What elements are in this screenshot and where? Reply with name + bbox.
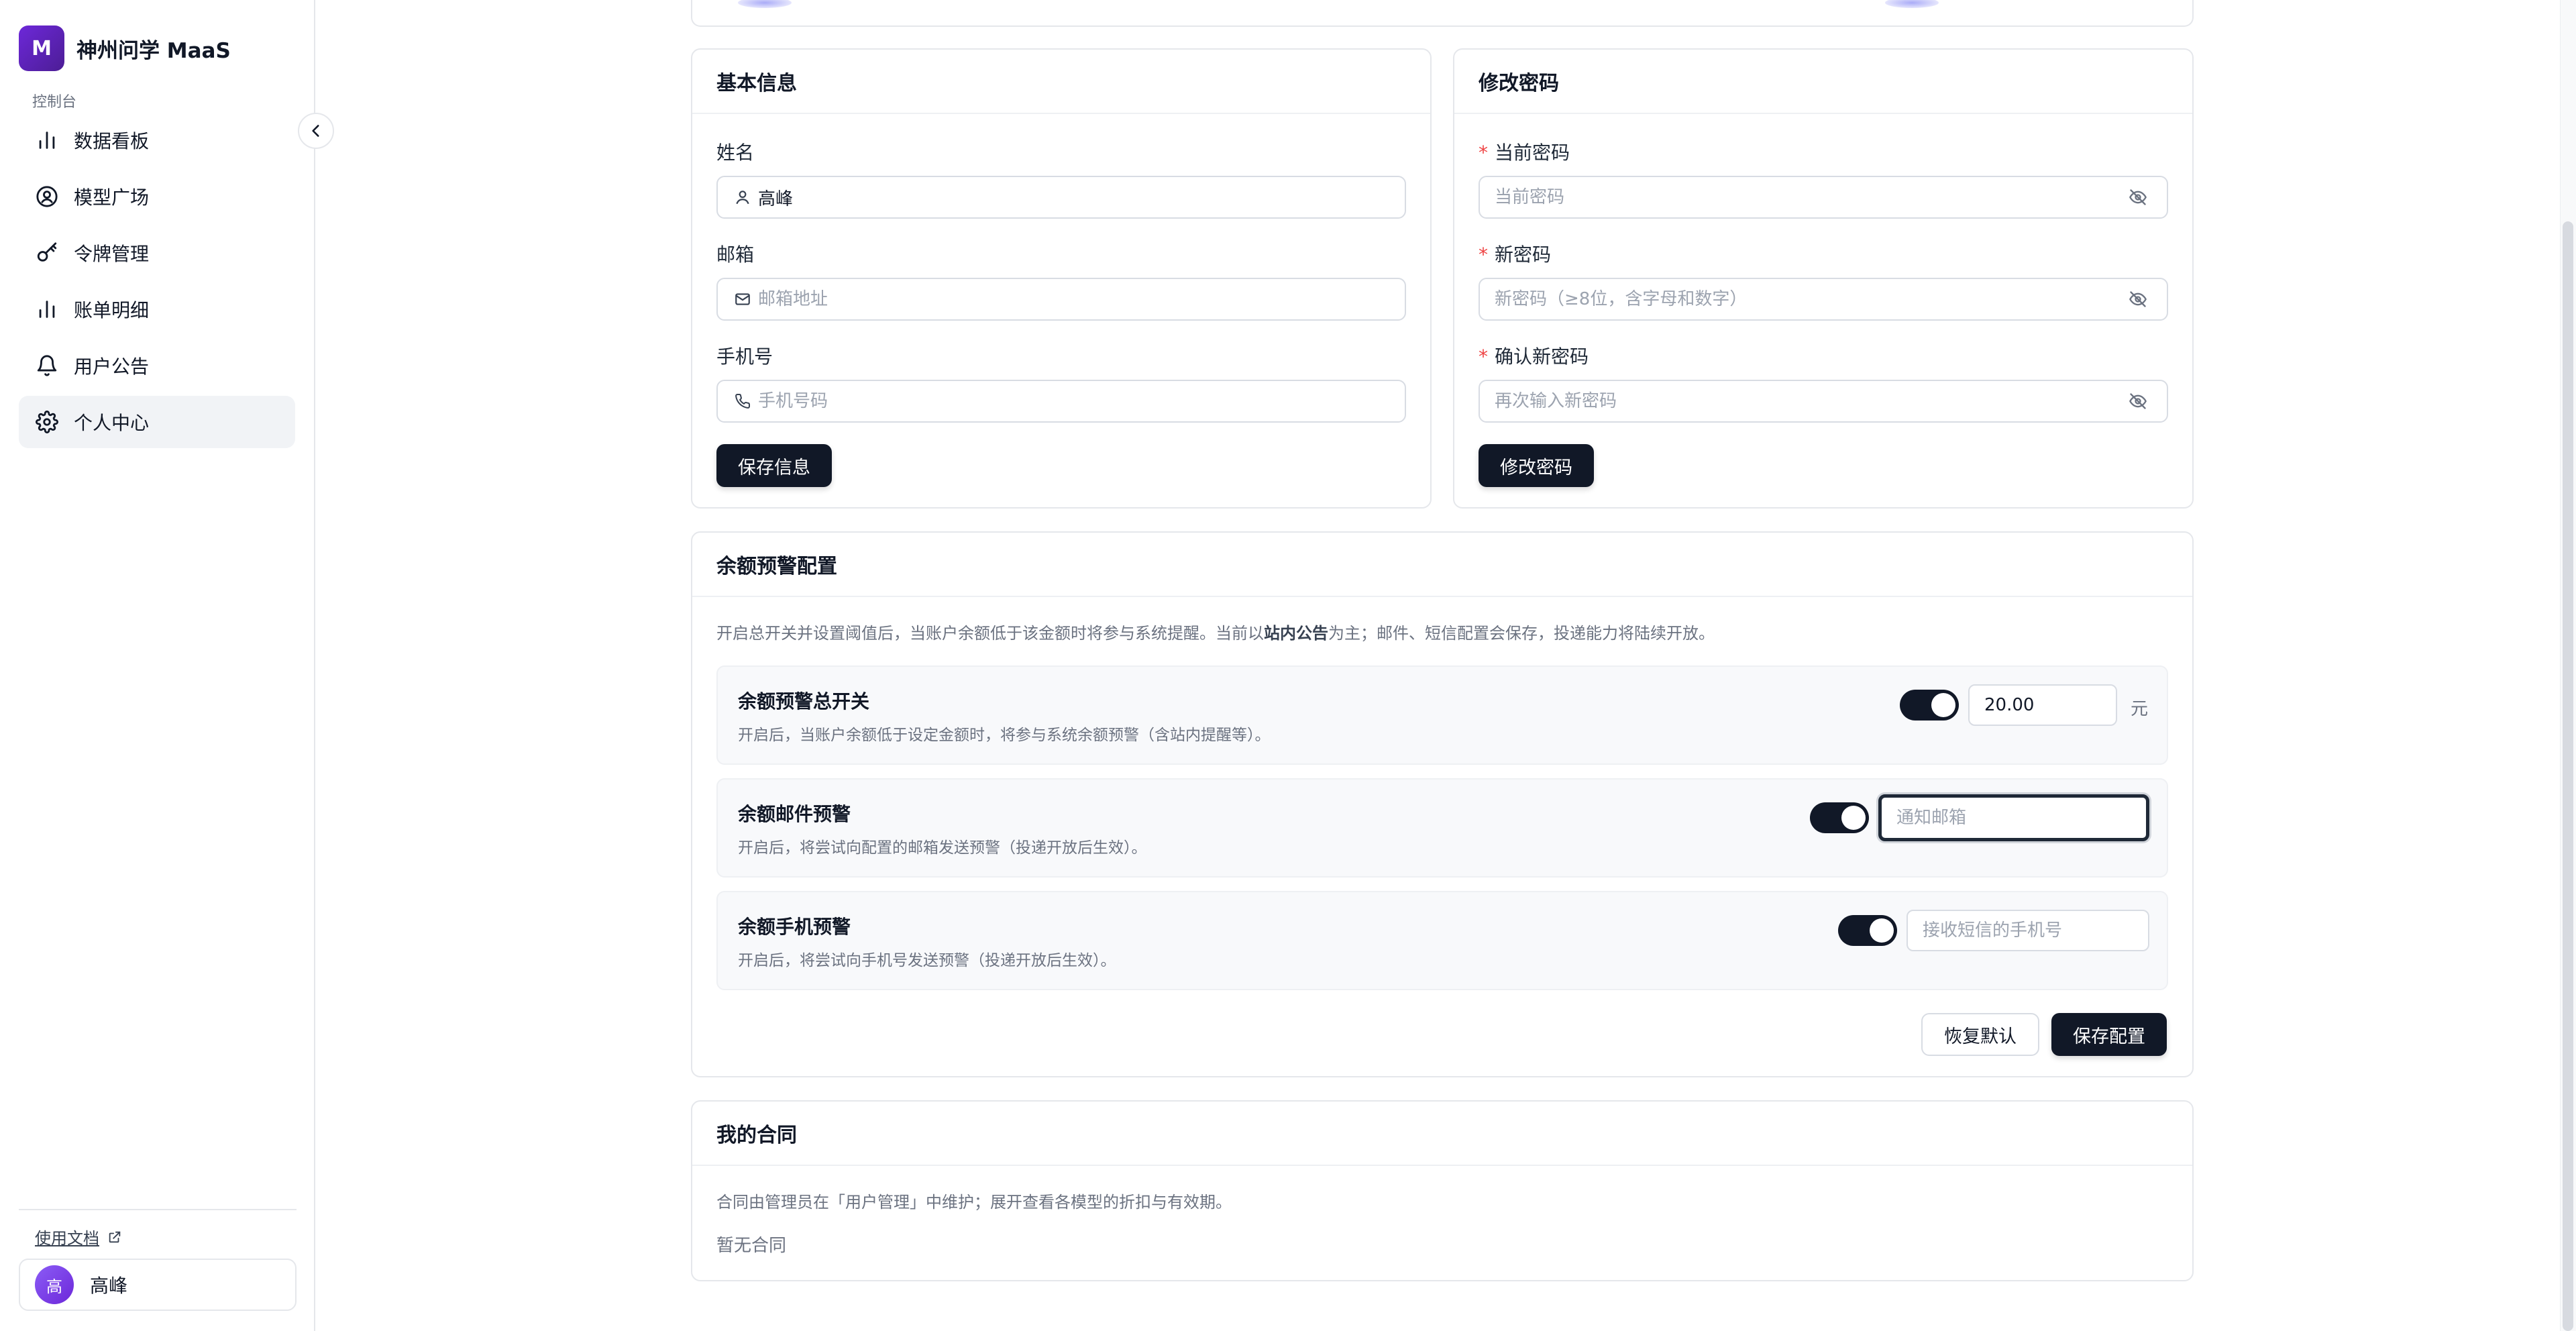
bell-icon	[34, 352, 60, 379]
sidebar-item-label: 数据看板	[74, 130, 150, 152]
brand[interactable]: M 神州问学 MaaS	[19, 25, 231, 71]
user-name: 高峰	[90, 1275, 128, 1297]
master-alert-row: 余额预警总开关 开启后，当账户余额低于设定金额时，将参与系统余额预警（含站内提醒…	[716, 666, 2168, 765]
card-title: 我的合同	[716, 1124, 797, 1147]
new-password-label: * 新密码	[1479, 244, 1552, 266]
sidebar-item-label: 账单明细	[74, 299, 150, 321]
basic-info-card: 基本信息 姓名 邮箱 手机号 保存信息	[691, 48, 1432, 509]
page-scrollbar[interactable]	[2560, 0, 2576, 1331]
currency-unit: 元	[2131, 699, 2149, 719]
card-title: 修改密码	[1479, 72, 1559, 95]
sidebar-collapse-button[interactable]	[298, 113, 334, 149]
brand-name: 神州问学 MaaS	[76, 38, 231, 63]
required-mark: *	[1479, 142, 1488, 164]
user-card[interactable]: 高 高峰	[19, 1259, 297, 1311]
alert-description: 开启后，将尝试向手机号发送预警（投递开放后生效）。	[738, 952, 1116, 969]
sidebar-item-label: 个人中心	[74, 412, 150, 434]
sidebar-item-tokens[interactable]: 令牌管理	[19, 227, 295, 279]
top-card-remnant	[691, 0, 2194, 27]
contracts-card: 我的合同 合同由管理员在「用户管理」中维护；展开查看各模型的折扣与有效期。 暂无…	[691, 1100, 2194, 1281]
scrollbar-thumb[interactable]	[2563, 221, 2573, 1331]
email-alert-toggle[interactable]	[1810, 802, 1869, 833]
external-link-icon	[109, 1231, 121, 1242]
user-icon	[733, 187, 753, 207]
sms-phone-input[interactable]	[1907, 910, 2149, 951]
save-config-button[interactable]: 保存配置	[2051, 1013, 2167, 1056]
sidebar-nav: 数据看板 模型广场 令牌管理 账单明细 用户公告 个人中心	[19, 114, 295, 452]
user-circle-icon	[34, 183, 60, 210]
card-title: 基本信息	[716, 72, 797, 95]
current-password-input[interactable]	[1495, 187, 2128, 207]
email-field[interactable]	[716, 278, 1406, 321]
sidebar-item-profile[interactable]: 个人中心	[19, 396, 295, 448]
sidebar-divider	[19, 1209, 297, 1210]
current-password-label: * 当前密码	[1479, 142, 1570, 164]
confirm-password-input[interactable]	[1495, 391, 2128, 411]
new-password-input[interactable]	[1495, 289, 2128, 309]
current-password-field[interactable]	[1479, 176, 2168, 219]
bar-chart-icon	[34, 296, 60, 323]
sidebar-item-models[interactable]: 模型广场	[19, 170, 295, 223]
eye-off-icon[interactable]	[2128, 391, 2148, 411]
docs-link-label: 使用文档	[35, 1229, 99, 1248]
reset-default-button[interactable]: 恢复默认	[1921, 1013, 2039, 1056]
mail-icon	[733, 289, 753, 309]
name-label: 姓名	[716, 142, 755, 164]
email-alert-row: 余额邮件预警 开启后，将尝试向配置的邮箱发送预警（投递开放后生效）。	[716, 778, 2168, 877]
alert-title: 余额手机预警	[738, 916, 851, 938]
sms-alert-toggle[interactable]	[1838, 915, 1897, 946]
alert-title: 余额邮件预警	[738, 803, 851, 825]
gear-icon	[34, 409, 60, 435]
sidebar-item-announcements[interactable]: 用户公告	[19, 339, 295, 392]
alert-description: 开启后，将尝试向配置的邮箱发送预警（投递开放后生效）。	[738, 839, 1147, 857]
threshold-input[interactable]	[1968, 684, 2117, 726]
contracts-empty-state: 暂无合同	[716, 1236, 787, 1256]
phone-field[interactable]	[716, 380, 1406, 423]
phone-input[interactable]	[758, 391, 1391, 411]
name-field[interactable]	[716, 176, 1406, 219]
phone-label: 手机号	[716, 345, 773, 368]
sidebar-item-billing[interactable]: 账单明细	[19, 283, 295, 335]
balance-alert-card: 余额预警配置 开启总开关并设置阈值后，当账户余额低于该金额时将参与系统提醒。当前…	[691, 531, 2194, 1077]
master-alert-toggle[interactable]	[1900, 690, 1959, 721]
sidebar-item-label: 令牌管理	[74, 243, 150, 265]
eye-off-icon[interactable]	[2128, 289, 2148, 309]
change-password-card: 修改密码 * 当前密码 * 新密码 * 确认新密码 修改密码	[1453, 48, 2194, 509]
sidebar-item-label: 用户公告	[74, 356, 150, 378]
required-mark: *	[1479, 345, 1488, 368]
contracts-description: 合同由管理员在「用户管理」中维护；展开查看各模型的折扣与有效期。	[716, 1193, 1232, 1212]
docs-link[interactable]: 使用文档	[35, 1225, 122, 1248]
card-title: 余额预警配置	[716, 555, 837, 578]
chevron-left-icon	[312, 125, 319, 137]
sidebar-item-dashboard[interactable]: 数据看板	[19, 114, 295, 166]
confirm-password-label: * 确认新密码	[1479, 345, 1589, 368]
bar-chart-icon	[34, 127, 60, 154]
sidebar-section-label: 控制台	[32, 94, 77, 111]
required-mark: *	[1479, 244, 1488, 266]
sidebar-item-label: 模型广场	[74, 187, 150, 209]
avatar: 高	[35, 1265, 74, 1304]
new-password-field[interactable]	[1479, 278, 2168, 321]
sidebar: M 神州问学 MaaS 控制台 数据看板 模型广场 令牌管理 账单明细 用户公告…	[0, 0, 315, 1331]
sms-alert-row: 余额手机预警 开启后，将尝试向手机号发送预警（投递开放后生效）。	[716, 891, 2168, 990]
change-password-button[interactable]: 修改密码	[1479, 444, 1594, 487]
alert-title: 余额预警总开关	[738, 690, 870, 712]
balance-alert-description: 开启总开关并设置阈值后，当账户余额低于该金额时将参与系统提醒。当前以站内公告为主…	[716, 624, 1715, 643]
alert-description: 开启后，当账户余额低于设定金额时，将参与系统余额预警（含站内提醒等）。	[738, 727, 1271, 744]
notify-email-input[interactable]	[1878, 794, 2149, 841]
brand-logo: M	[19, 25, 64, 71]
save-info-button[interactable]: 保存信息	[716, 444, 832, 487]
eye-off-icon[interactable]	[2128, 187, 2148, 207]
email-label: 邮箱	[716, 244, 755, 266]
key-icon	[34, 239, 60, 266]
email-input[interactable]	[758, 289, 1391, 309]
phone-icon	[733, 391, 753, 411]
confirm-password-field[interactable]	[1479, 380, 2168, 423]
name-input[interactable]	[758, 187, 1391, 207]
